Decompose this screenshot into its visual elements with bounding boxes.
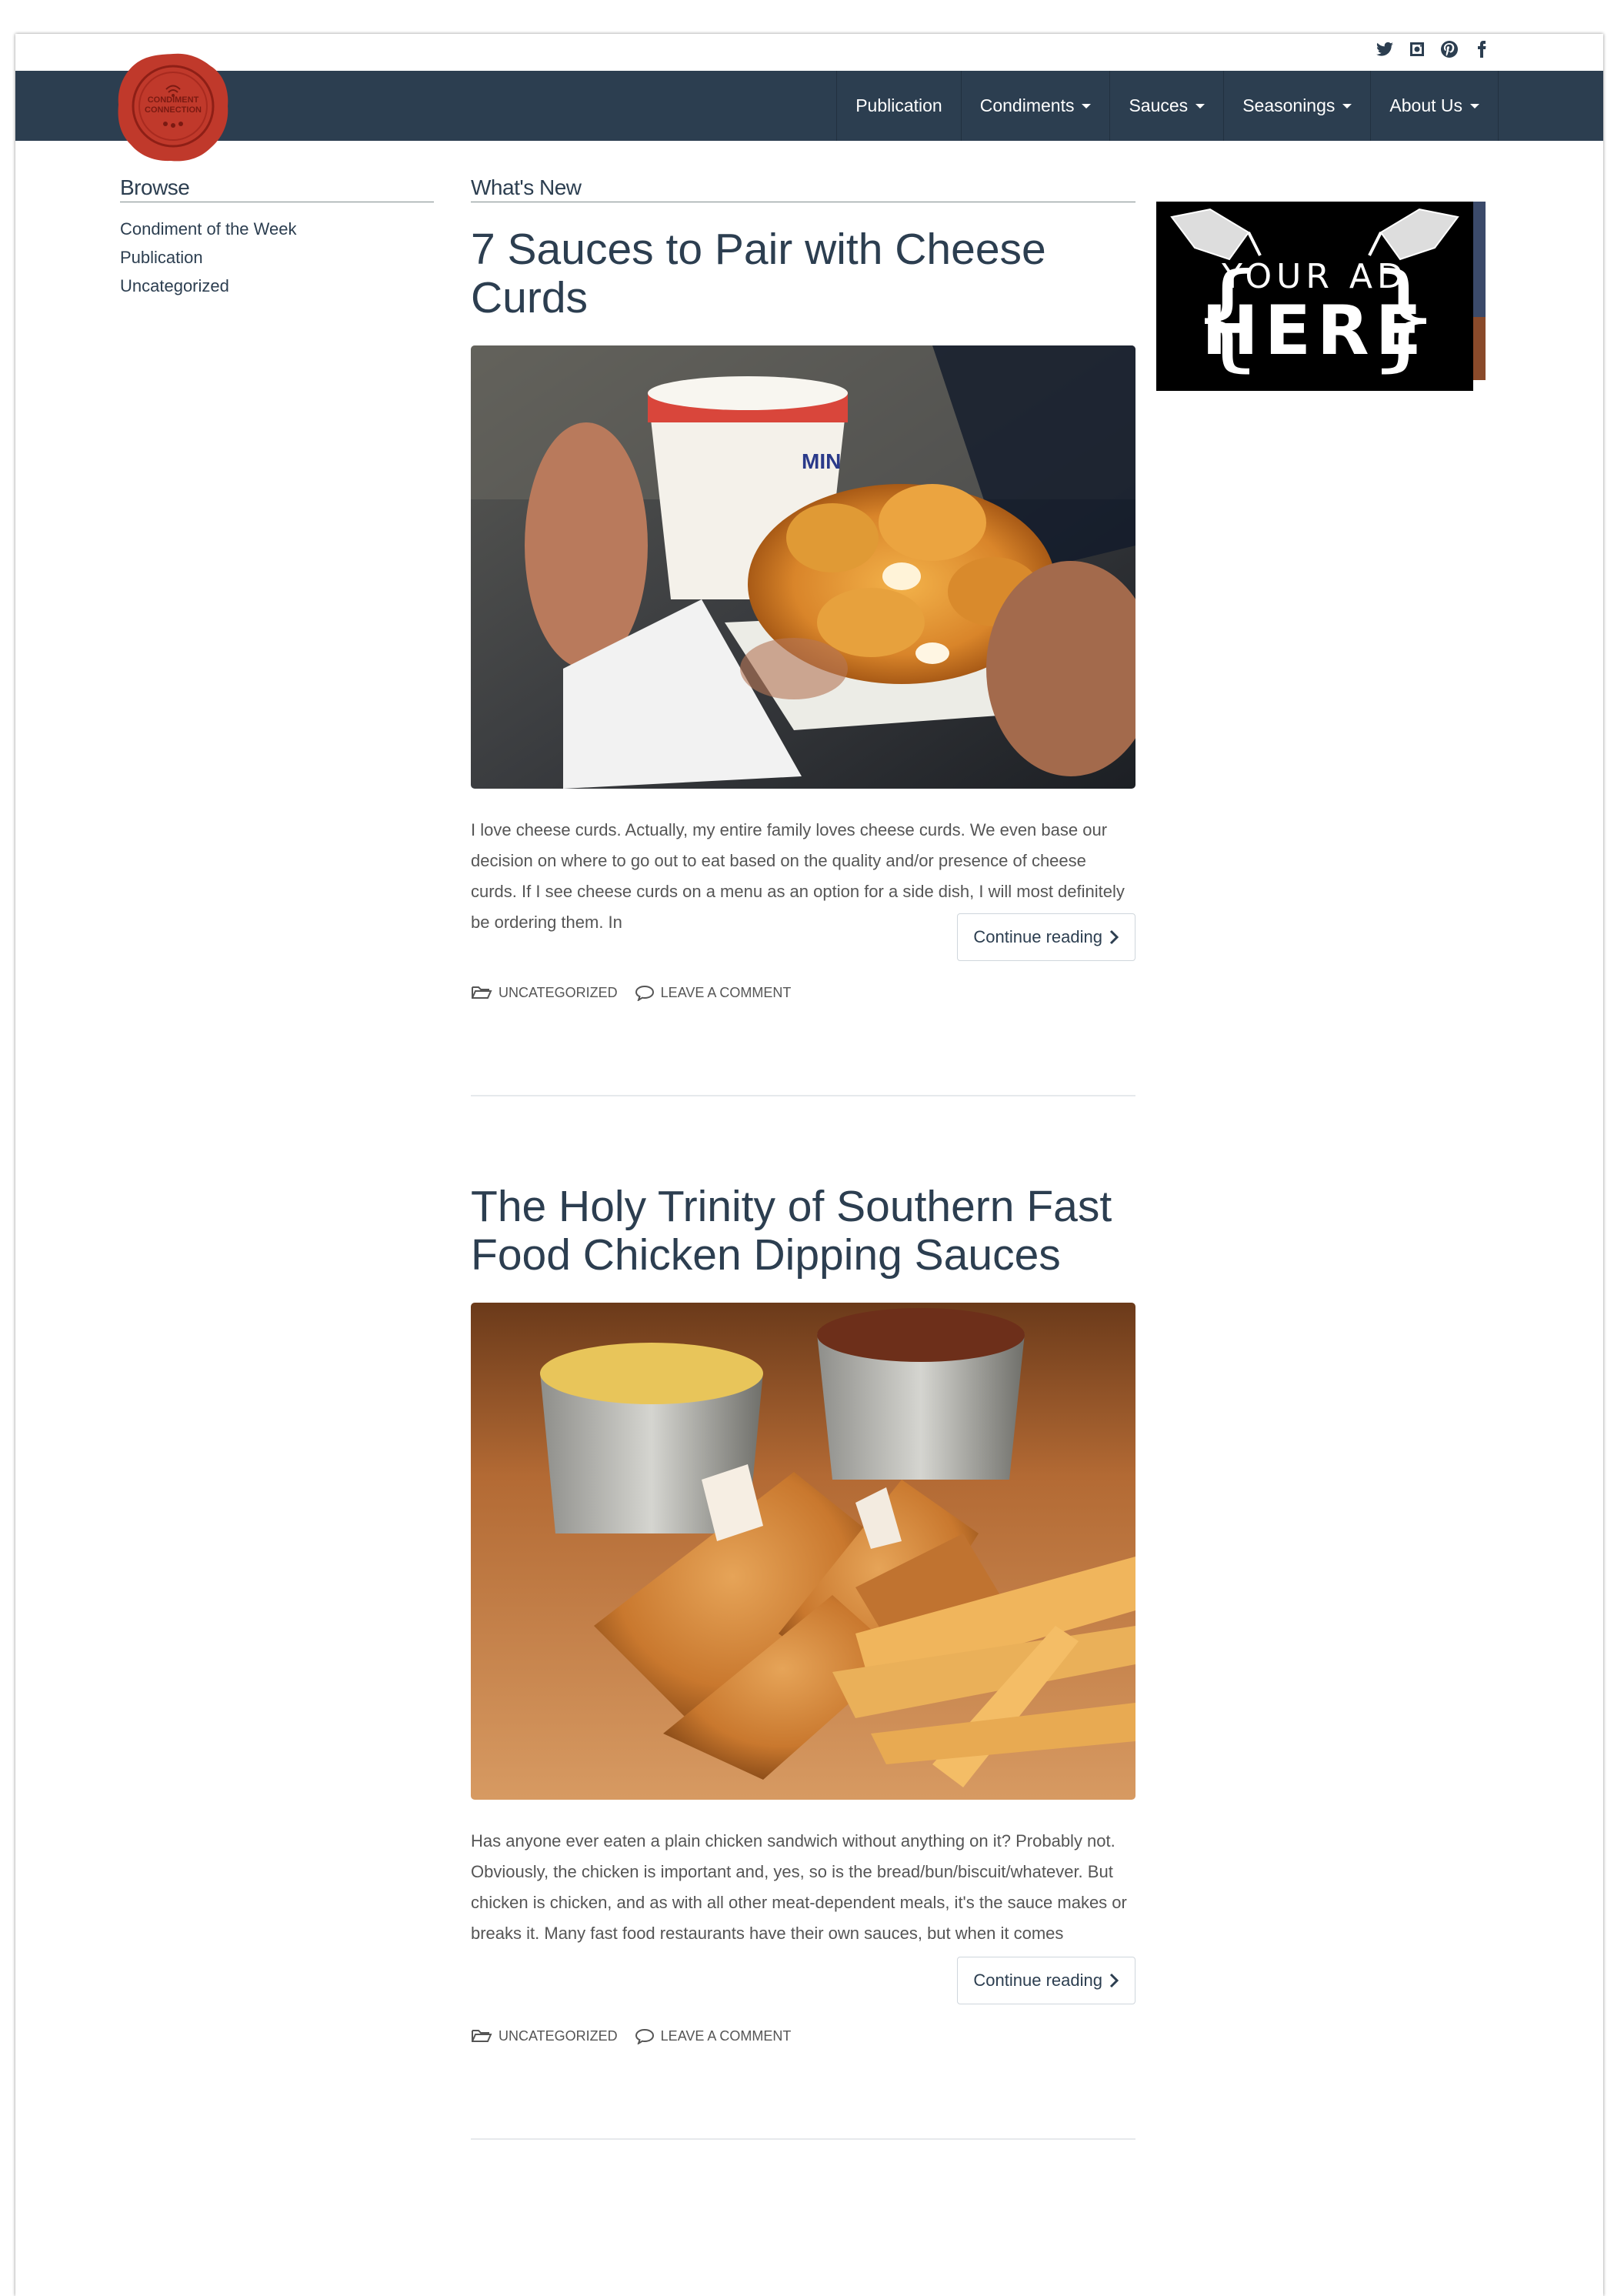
- nav-item-condiments[interactable]: Condiments: [960, 71, 1110, 141]
- sidebar-item-publication[interactable]: Publication: [120, 243, 434, 272]
- caret-down-icon: [1342, 103, 1352, 108]
- caret-down-icon: [1470, 103, 1479, 108]
- sidebar-item-uncategorized[interactable]: Uncategorized: [120, 272, 434, 300]
- continue-reading-button[interactable]: Continue reading: [957, 913, 1135, 961]
- chevron-right-icon: [1109, 929, 1119, 945]
- post: 7 Sauces to Pair with Cheese Curds MIN I…: [471, 225, 1135, 1096]
- post-divider: [471, 2138, 1135, 2140]
- main-content: What's New 7 Sauces to Pair with Cheese …: [471, 175, 1135, 2140]
- nav-item-publication[interactable]: Publication: [836, 71, 961, 141]
- post-divider: [471, 1095, 1135, 1096]
- instagram-icon[interactable]: [1408, 40, 1426, 58]
- leave-comment-link[interactable]: LEAVE A COMMENT: [635, 2027, 791, 2044]
- post: The Holy Trinity of Southern Fast Food C…: [471, 1183, 1135, 2140]
- post-category-link[interactable]: UNCATEGORIZED: [471, 2027, 618, 2044]
- caret-down-icon: [1195, 103, 1205, 108]
- ad-banner[interactable]: YOUR AD HERE { }: [1156, 202, 1486, 391]
- post-excerpt-wrap: I love cheese curds. Actually, my entire…: [471, 815, 1135, 961]
- svg-text:}: }: [1367, 249, 1440, 383]
- facebook-icon[interactable]: [1472, 40, 1491, 58]
- comment-icon: [635, 2028, 654, 2044]
- comment-icon: [635, 985, 654, 1001]
- post-meta: UNCATEGORIZED LEAVE A COMMENT: [471, 984, 1135, 1001]
- sidebar: Browse Condiment of the Week Publication…: [120, 175, 434, 300]
- post-image-chicken-tenders[interactable]: [471, 1303, 1135, 1800]
- folder-open-icon: [472, 986, 492, 999]
- section-title: What's New: [471, 175, 1135, 202]
- post-title[interactable]: 7 Sauces to Pair with Cheese Curds: [471, 225, 1135, 322]
- top-navbar: Publication Condiments Sauces Seasonings…: [15, 71, 1603, 141]
- sidebar-item-condiment-of-the-week[interactable]: Condiment of the Week: [120, 215, 434, 243]
- nav-item-about-us[interactable]: About Us: [1370, 71, 1499, 141]
- category-list: Condiment of the Week Publication Uncate…: [120, 215, 434, 300]
- svg-text:{: {: [1190, 249, 1263, 383]
- leave-comment-link[interactable]: LEAVE A COMMENT: [635, 984, 791, 1001]
- folder-open-icon: [472, 2030, 492, 2042]
- twitter-icon[interactable]: [1376, 40, 1394, 58]
- post-image-cheese-curds[interactable]: MIN: [471, 345, 1135, 789]
- caret-down-icon: [1082, 103, 1092, 108]
- site-logo[interactable]: CONDIMENT CONNECTION: [115, 51, 231, 162]
- post-title[interactable]: The Holy Trinity of Southern Fast Food C…: [471, 1183, 1135, 1280]
- post-category-link[interactable]: UNCATEGORIZED: [471, 984, 618, 1001]
- pinterest-icon[interactable]: [1440, 40, 1459, 58]
- nav-item-sauces[interactable]: Sauces: [1109, 71, 1223, 141]
- chevron-right-icon: [1109, 1973, 1119, 1988]
- nav-item-seasonings[interactable]: Seasonings: [1223, 71, 1370, 141]
- svg-text:MIN: MIN: [802, 449, 841, 473]
- social-links: [1376, 40, 1491, 58]
- sidebar-title: Browse: [120, 175, 434, 202]
- post-meta: UNCATEGORIZED LEAVE A COMMENT: [471, 2027, 1135, 2044]
- continue-reading-button[interactable]: Continue reading: [957, 1957, 1135, 2004]
- logo-line2: CONNECTION: [145, 105, 202, 115]
- post-excerpt-wrap: Has anyone ever eaten a plain chicken sa…: [471, 1826, 1135, 2004]
- post-excerpt: Has anyone ever eaten a plain chicken sa…: [471, 1831, 1127, 1943]
